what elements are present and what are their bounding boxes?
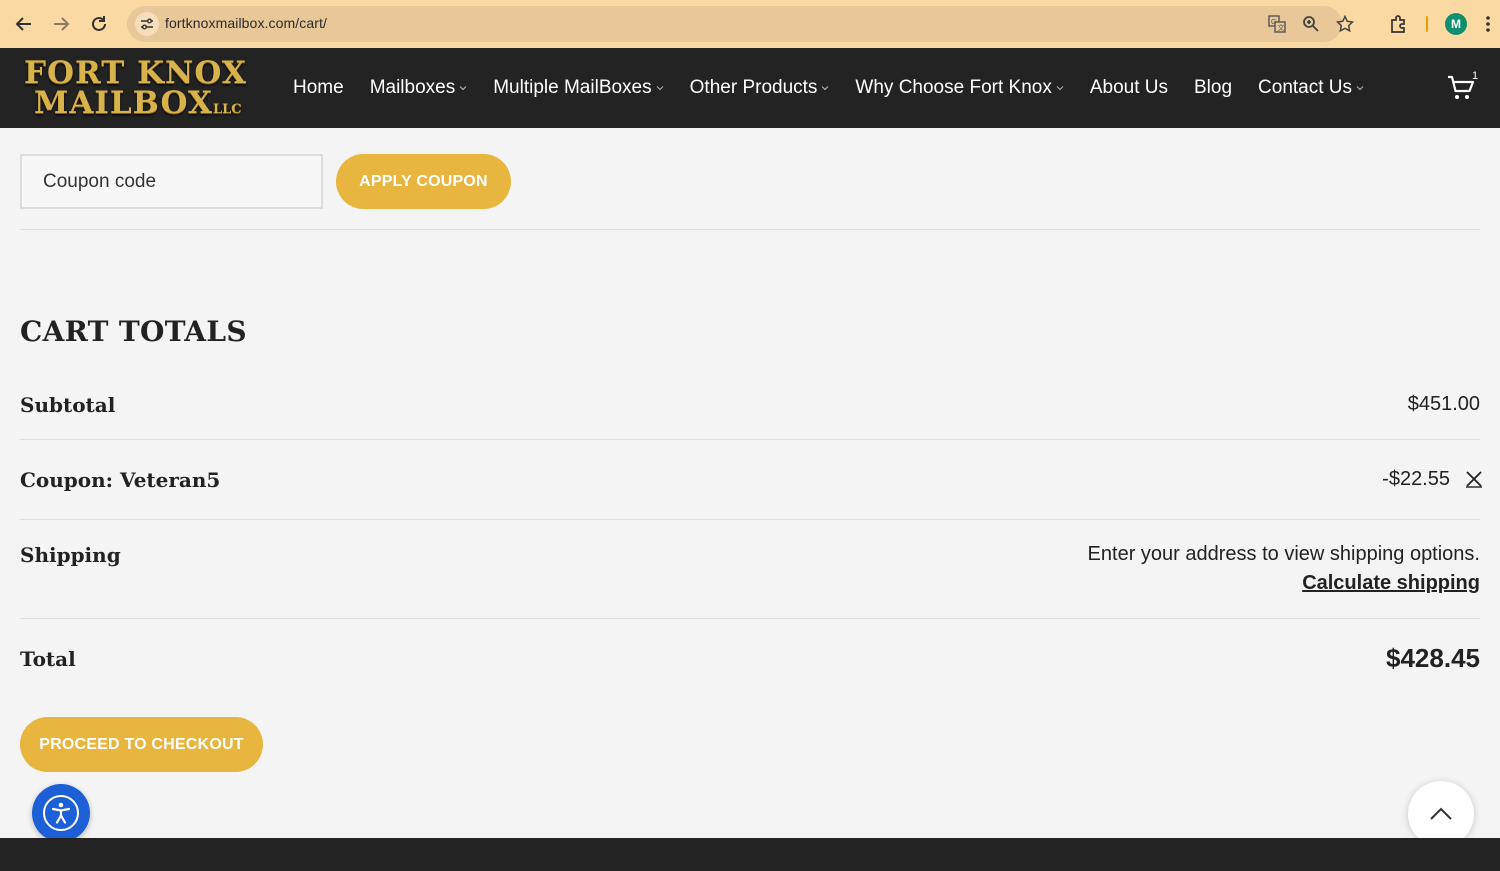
svg-text:文: 文	[1278, 23, 1285, 32]
accessibility-icon	[43, 795, 79, 831]
cart-icon[interactable]	[1447, 75, 1475, 101]
nav-item-label: Contact Us	[1258, 77, 1353, 98]
browser-toolbar: fortknoxmailbox.com/cart/ G文 M	[0, 0, 1500, 48]
nav-mailboxes[interactable]: Mailboxes	[370, 77, 468, 99]
more-menu-icon[interactable]	[1481, 12, 1495, 36]
site-footer	[0, 838, 1500, 871]
total-label: Total	[20, 647, 76, 671]
apply-coupon-button[interactable]: APPLY COUPON	[336, 154, 511, 209]
forward-arrow-icon[interactable]	[49, 12, 73, 36]
calculate-shipping-link[interactable]: Calculate shipping	[1302, 572, 1480, 595]
nav-item-label: Home	[293, 77, 344, 98]
nav-item-label: Why Choose Fort Knox	[855, 77, 1052, 98]
chevron-down-icon	[1356, 86, 1364, 91]
nav-item-label: Multiple MailBoxes	[493, 77, 652, 98]
zoom-icon[interactable]	[1301, 14, 1321, 34]
extensions-icon[interactable]	[1387, 12, 1411, 36]
back-arrow-icon[interactable]	[12, 12, 36, 36]
address-bar[interactable]: fortknoxmailbox.com/cart/ G文	[127, 6, 1354, 42]
nav-item-label: Blog	[1194, 77, 1233, 98]
translate-icon[interactable]: G文	[1267, 14, 1287, 34]
remove-coupon-icon[interactable]	[1465, 470, 1483, 488]
nav-blog[interactable]: Blog	[1194, 77, 1232, 99]
divider	[20, 229, 1480, 230]
nav-item-label: Mailboxes	[369, 77, 456, 98]
nav-multiple-mailboxes[interactable]: Multiple MailBoxes	[493, 77, 663, 99]
nav-item-label: About Us	[1089, 77, 1168, 98]
chevron-down-icon	[1056, 86, 1064, 91]
cart-count-badge: 1	[1472, 70, 1479, 82]
accessibility-button[interactable]	[32, 784, 90, 842]
coupon-label: Coupon: Veteran5	[20, 468, 221, 492]
coupon-code-input[interactable]	[20, 154, 323, 209]
nav-item-label: Other Products	[689, 77, 818, 98]
divider	[20, 618, 1480, 619]
reload-icon[interactable]	[87, 12, 111, 36]
toolbar-divider	[1426, 16, 1428, 32]
shipping-message: Enter your address to view shipping opti…	[1087, 543, 1480, 565]
nav-why-choose-fort-knox[interactable]: Why Choose Fort Knox	[855, 77, 1064, 99]
main-navigation: Home Mailboxes Multiple MailBoxes Other Pro…	[280, 48, 1377, 128]
svg-text:G: G	[1271, 19, 1276, 26]
fort-knox-logo[interactable]: FORT KNOX MAILBOXLLC	[22, 56, 246, 120]
chevron-down-icon	[656, 86, 663, 91]
url-text[interactable]: fortknoxmailbox.com/cart/	[165, 15, 327, 31]
bookmark-star-icon[interactable]	[1335, 14, 1355, 34]
proceed-to-checkout-button[interactable]: PROCEED TO CHECKOUT	[20, 717, 263, 772]
subtotal-value: $451.00	[1407, 393, 1480, 415]
chevron-down-icon	[822, 86, 829, 91]
profile-avatar[interactable]: M	[1445, 13, 1467, 35]
subtotal-label: Subtotal	[20, 393, 116, 417]
nav-about-us[interactable]: About Us	[1090, 77, 1168, 99]
coupon-discount-value: -$22.55	[1382, 468, 1450, 490]
chevron-up-icon	[1430, 807, 1452, 820]
cart-totals-title: CART TOTALS	[20, 315, 247, 348]
chevron-down-icon	[459, 86, 467, 91]
nav-other-products[interactable]: Other Products	[690, 77, 830, 99]
site-info-icon[interactable]	[135, 12, 159, 36]
divider	[20, 519, 1480, 520]
nav-home[interactable]: Home	[293, 77, 344, 99]
shipping-label: Shipping	[20, 543, 121, 567]
nav-contact-us[interactable]: Contact Us	[1258, 77, 1364, 99]
total-value: $428.45	[1386, 643, 1480, 673]
site-header: FORT KNOX MAILBOXLLC Home Mailboxes Multip…	[0, 48, 1500, 128]
divider	[20, 439, 1480, 440]
